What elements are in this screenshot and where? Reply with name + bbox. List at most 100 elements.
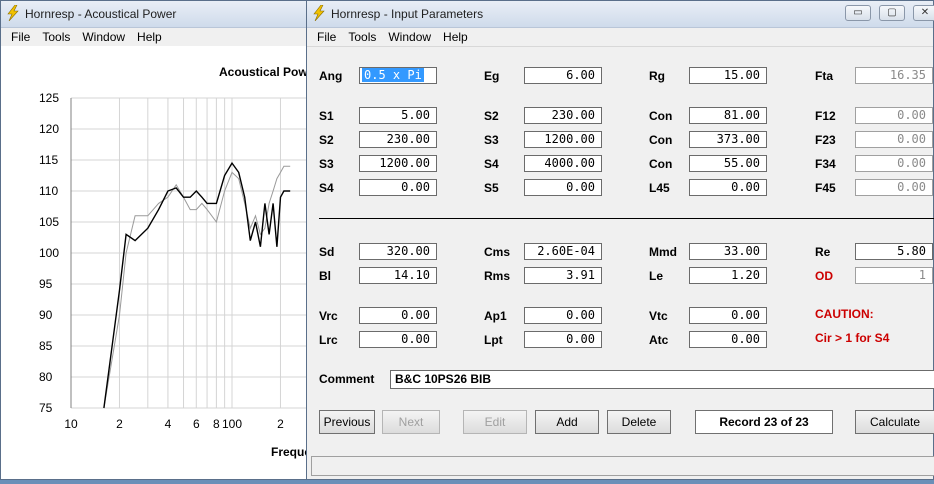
label-le: Le [649,269,664,283]
x-tick-label: 8 [213,417,220,431]
label-bl: Bl [319,269,331,283]
label-eg: Eg [484,69,500,83]
plot-menu-tools[interactable]: Tools [42,30,70,44]
plot-menu-bar: File Tools Window Help [1,28,311,47]
input-s3a[interactable]: 1200.00 [359,155,437,172]
label-vtc: Vtc [649,309,668,323]
label-f23: F23 [815,133,836,147]
input-lpt[interactable]: 0.00 [524,331,602,348]
input-parameters-window: Hornresp - Input Parameters ▭ ▢ ✕ File T… [306,0,934,480]
x-tick-label: 2 [116,417,123,431]
label-s3a: S3 [319,157,334,171]
input-od[interactable]: 1 [855,267,933,284]
input-f45[interactable]: 0.00 [855,179,933,196]
input-mmd[interactable]: 33.00 [689,243,767,260]
x-axis-label: Freque [271,445,311,459]
label-cms: Cms [484,245,511,259]
calculate-button[interactable]: Calculate [855,410,934,434]
plot-menu-help[interactable]: Help [137,30,162,44]
label-sd: Sd [319,245,335,259]
comment-input[interactable]: B&C 10PS26 BIB [390,370,934,389]
y-tick-label: 105 [39,215,59,229]
input-s4a[interactable]: 0.00 [359,179,437,196]
y-tick-label: 80 [39,370,53,384]
input-f34[interactable]: 0.00 [855,155,933,172]
input-menu-help[interactable]: Help [443,30,468,44]
label-f34: F34 [815,157,836,171]
input-s5[interactable]: 0.00 [524,179,602,196]
chart-title: Acoustical Pow [219,65,308,79]
input-menu-window[interactable]: Window [388,30,431,44]
label-re: Re [815,245,831,259]
series-line-1 [103,165,291,409]
input-menu-tools[interactable]: Tools [348,30,376,44]
input-con1[interactable]: 81.00 [689,107,767,124]
input-sd[interactable]: 320.00 [359,243,437,260]
y-tick-label: 110 [39,184,58,198]
input-vrc[interactable]: 0.00 [359,307,437,324]
minimize-button[interactable]: ▭ [845,5,871,21]
input-ap1[interactable]: 0.00 [524,307,602,324]
input-vtc[interactable]: 0.00 [689,307,767,324]
acoustical-power-window: Hornresp - Acoustical Power File Tools W… [0,0,321,480]
input-rg[interactable]: 15.00 [689,67,767,84]
x-tick-label: 10 [64,417,78,431]
label-lpt: Lpt [484,333,503,347]
input-s4b[interactable]: 4000.00 [524,155,602,172]
edit-button[interactable]: Edit [463,410,527,434]
record-indicator: Record 23 of 23 [695,410,833,434]
label-s4a: S4 [319,181,334,195]
input-f23[interactable]: 0.00 [855,131,933,148]
plot-menu-window[interactable]: Window [82,30,125,44]
acoustical-power-chart: Acoustical Pow 125 120 115 110 105 100 95 90 85 80… [39,65,321,459]
caution-message: Cir > 1 for S4 [815,331,890,345]
hornresp-lightning-icon [313,5,325,21]
status-bar [311,456,934,476]
input-le[interactable]: 1.20 [689,267,767,284]
y-tick-label: 115 [39,153,58,167]
y-tick-label: 95 [39,277,53,291]
close-button[interactable]: ✕ [913,5,934,21]
close-icon: ✕ [920,7,930,18]
plot-window-title: Hornresp - Acoustical Power [25,7,177,21]
input-cms[interactable]: 2.60E-04 [524,243,602,260]
input-s2b[interactable]: 230.00 [524,107,602,124]
input-atc[interactable]: 0.00 [689,331,767,348]
input-con3[interactable]: 55.00 [689,155,767,172]
label-f12: F12 [815,109,836,123]
add-button[interactable]: Add [535,410,599,434]
restore-icon: ▢ [887,7,897,18]
input-menu-file[interactable]: File [317,30,336,44]
input-re[interactable]: 5.80 [855,243,933,260]
input-menu-bar: File Tools Window Help [307,28,933,47]
label-s1a: S1 [319,109,334,123]
input-eg[interactable]: 6.00 [524,67,602,84]
x-tick-label: 100 [222,417,242,431]
input-title-bar[interactable]: Hornresp - Input Parameters ▭ ▢ ✕ [307,1,934,28]
input-con2[interactable]: 373.00 [689,131,767,148]
y-tick-label: 125 [39,91,59,105]
label-s3b: S3 [484,133,499,147]
input-s2a[interactable]: 230.00 [359,131,437,148]
label-fta: Fta [815,69,833,83]
restore-button[interactable]: ▢ [879,5,905,21]
input-s3b[interactable]: 1200.00 [524,131,602,148]
input-fta[interactable]: 16.35 [855,67,933,84]
plot-menu-file[interactable]: File [11,30,30,44]
label-ap1: Ap1 [484,309,507,323]
previous-button[interactable]: Previous [319,410,375,434]
delete-button[interactable]: Delete [607,410,671,434]
x-tick-label: 6 [193,417,200,431]
plot-title-bar[interactable]: Hornresp - Acoustical Power [1,1,311,28]
input-s1a[interactable]: 5.00 [359,107,437,124]
input-ang[interactable]: 0.5 x Pi [359,67,437,84]
input-rms[interactable]: 3.91 [524,267,602,284]
input-f12[interactable]: 0.00 [855,107,933,124]
input-bl[interactable]: 14.10 [359,267,437,284]
label-lrc: Lrc [319,333,338,347]
input-l45[interactable]: 0.00 [689,179,767,196]
next-button[interactable]: Next [382,410,440,434]
input-lrc[interactable]: 0.00 [359,331,437,348]
plot-canvas: Acoustical Pow 125 120 115 110 105 100 95 90 85 80… [1,46,321,479]
input-window-title: Hornresp - Input Parameters [331,7,484,21]
